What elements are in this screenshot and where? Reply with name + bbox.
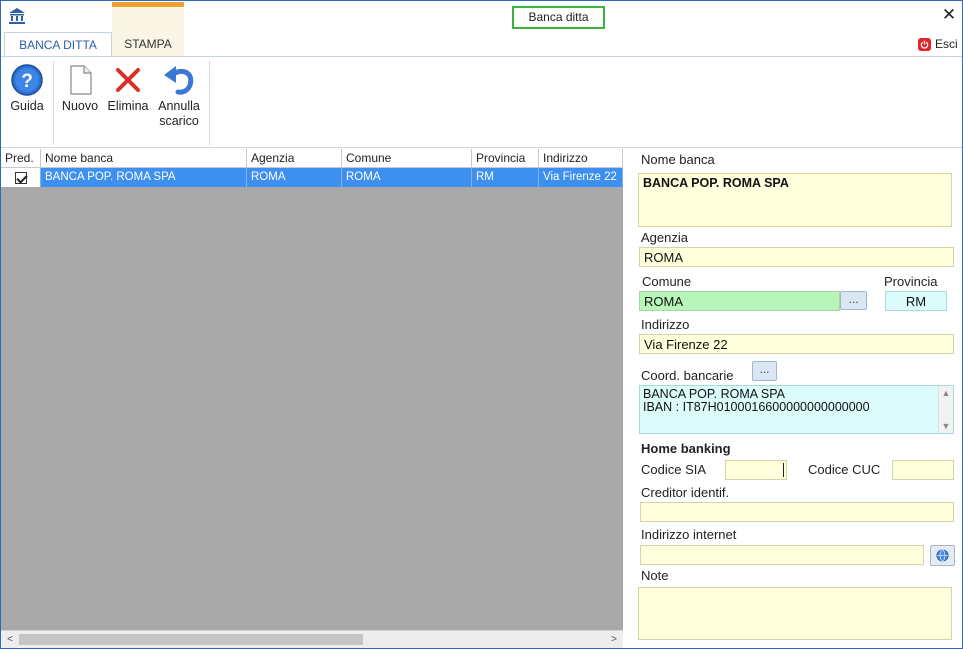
scroll-left-icon[interactable]: <	[1, 631, 19, 648]
provincia-label: Provincia	[884, 274, 938, 289]
ribbon-separator	[53, 61, 54, 145]
codice-cuc-field[interactable]	[892, 460, 954, 480]
coord-line-iban: IBAN : IT87H0100016600000000000000	[643, 400, 870, 414]
cell-provincia: RM	[472, 168, 539, 187]
coord-bancarie-field[interactable]: BANCA POP. ROMA SPA IBAN : IT87H01000166…	[639, 385, 954, 434]
esci-label: Esci	[935, 37, 958, 51]
delete-x-icon	[116, 68, 140, 92]
esci-button[interactable]: Esci	[918, 36, 958, 52]
nuovo-button[interactable]: Nuovo	[59, 63, 101, 114]
agenzia-field[interactable]: ROMA	[639, 247, 954, 267]
horizontal-scrollbar[interactable]: < >	[1, 630, 623, 648]
table-row[interactable]: BANCA POP. ROMA SPA ROMA ROMA RM Via Fir…	[1, 168, 623, 187]
scroll-right-icon[interactable]: >	[605, 631, 623, 648]
banks-grid: Pred. Nome banca Agenzia Comune Provinci…	[1, 149, 623, 648]
column-header-comune[interactable]: Comune	[342, 149, 472, 168]
undo-arrow-icon	[164, 66, 194, 95]
cell-agenzia: ROMA	[247, 168, 342, 187]
comune-lookup-button[interactable]: ...	[840, 291, 867, 310]
scroll-up-icon[interactable]: ▲	[939, 388, 953, 398]
column-header-pred[interactable]: Pred.	[1, 149, 41, 168]
indirizzo-internet-field[interactable]	[640, 545, 924, 565]
column-header-agenzia[interactable]: Agenzia	[247, 149, 342, 168]
indirizzo-label: Indirizzo	[641, 317, 690, 332]
note-field[interactable]	[638, 587, 952, 640]
elimina-label: Elimina	[107, 99, 149, 113]
ribbon-separator	[209, 61, 210, 145]
bank-icon[interactable]	[8, 7, 26, 25]
coord-vertical-scrollbar[interactable]: ▲ ▼	[938, 386, 953, 433]
tab-banca-ditta[interactable]: BANCA DITTA	[4, 32, 112, 56]
note-label: Note	[641, 568, 669, 583]
creditor-identif-field[interactable]	[640, 502, 954, 522]
column-header-indirizzo[interactable]: Indirizzo	[539, 149, 623, 168]
scroll-thumb[interactable]	[19, 634, 363, 645]
window-title: Banca ditta	[512, 6, 605, 29]
scroll-down-icon[interactable]: ▼	[939, 421, 953, 431]
power-icon	[918, 37, 931, 51]
column-header-nome-banca[interactable]: Nome banca	[41, 149, 247, 168]
codice-sia-label: Codice SIA	[641, 462, 707, 477]
home-banking-heading: Home banking	[641, 441, 731, 456]
nome-banca-label: Nome banca	[641, 152, 715, 167]
cell-indirizzo: Via Firenze 22	[539, 168, 623, 187]
comune-field[interactable]: ROMA	[639, 291, 840, 311]
cell-nome-banca: BANCA POP. ROMA SPA	[41, 168, 247, 187]
coord-bancarie-label: Coord. bancarie	[641, 368, 734, 383]
codice-sia-field[interactable]	[725, 460, 787, 480]
indirizzo-internet-label: Indirizzo internet	[641, 527, 737, 542]
provincia-field[interactable]: RM	[885, 291, 947, 311]
globe-icon	[936, 549, 949, 562]
svg-text:?: ?	[21, 71, 33, 92]
close-icon[interactable]: ✕	[940, 5, 958, 25]
new-document-icon	[70, 65, 92, 95]
creditor-identif-label: Creditor identif.	[641, 485, 730, 500]
guida-label: Guida	[10, 99, 44, 113]
pred-cell[interactable]	[1, 168, 41, 187]
agenzia-label: Agenzia	[641, 230, 688, 245]
open-website-button[interactable]	[930, 545, 955, 566]
guida-button[interactable]: ? Guida	[7, 63, 47, 114]
main-window: Banca ditta ✕ BANCA DITTA STAMPA Esci ? …	[0, 0, 963, 649]
comune-label: Comune	[642, 274, 692, 289]
codice-cuc-label: Codice CUC	[808, 462, 881, 477]
ribbon-toolbar: ? Guida Nuovo Elimina Annulla scarico	[1, 56, 962, 148]
coord-bancarie-button[interactable]: ...	[752, 361, 777, 381]
help-icon: ?	[11, 64, 43, 96]
grid-header: Pred. Nome banca Agenzia Comune Provinci…	[1, 149, 623, 168]
elimina-button[interactable]: Elimina	[105, 63, 151, 114]
predefinita-checkbox[interactable]	[14, 171, 27, 184]
cell-comune: ROMA	[342, 168, 472, 187]
text-cursor	[783, 463, 784, 477]
annulla-label-line1: Annulla	[158, 99, 200, 113]
tab-stampa[interactable]: STAMPA	[112, 32, 184, 56]
annulla-label-line2: scarico	[159, 114, 199, 128]
indirizzo-field[interactable]: Via Firenze 22	[639, 334, 954, 354]
nome-banca-field[interactable]: BANCA POP. ROMA SPA	[638, 173, 952, 227]
annulla-scarico-button[interactable]: Annulla scarico	[154, 63, 204, 129]
nuovo-label: Nuovo	[61, 99, 99, 113]
stampa-tab-background	[112, 7, 184, 32]
column-header-provincia[interactable]: Provincia	[472, 149, 539, 168]
detail-panel: Nome banca BANCA POP. ROMA SPA Agenzia R…	[624, 149, 962, 648]
